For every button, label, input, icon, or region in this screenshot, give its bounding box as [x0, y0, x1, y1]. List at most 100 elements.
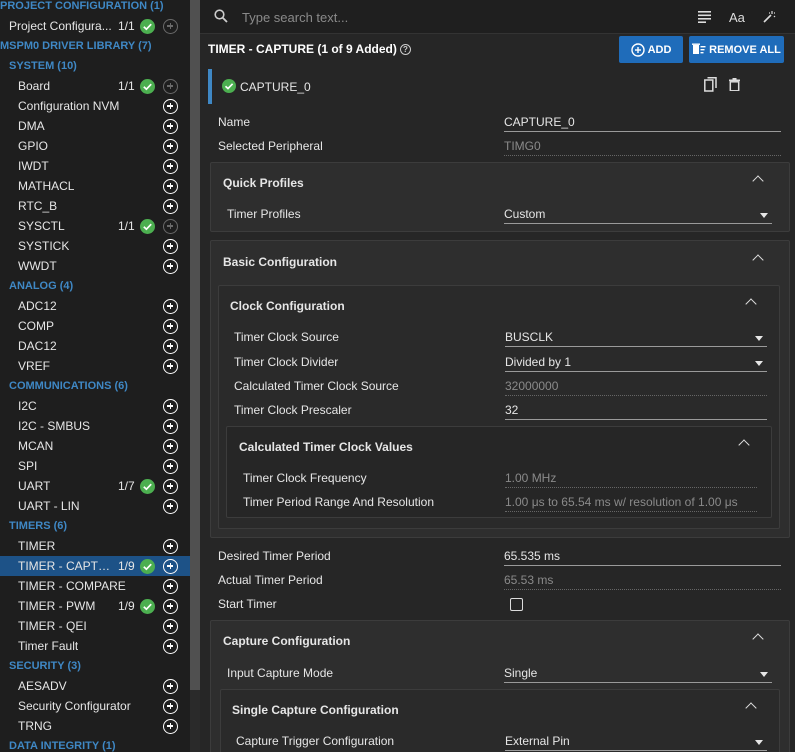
sidebar-item[interactable]: TRNG — [0, 716, 190, 736]
add-circle-icon[interactable] — [163, 118, 178, 134]
check-circle-icon — [140, 598, 155, 614]
sidebar-item[interactable]: MCAN — [0, 436, 190, 456]
clock-configuration-title[interactable]: Clock Configuration — [230, 299, 345, 313]
single-capture-configuration-title[interactable]: Single Capture Configuration — [232, 703, 399, 717]
add-circle-icon[interactable] — [163, 258, 178, 274]
name-input[interactable]: CAPTURE_0 — [504, 115, 781, 132]
remove-all-button[interactable]: REMOVE ALL — [689, 36, 784, 63]
add-circle-icon[interactable] — [163, 138, 178, 154]
timer-clock-prescaler-input[interactable]: 32 — [505, 403, 767, 420]
add-circle-icon[interactable] — [163, 538, 178, 554]
instance-name[interactable]: CAPTURE_0 — [240, 80, 311, 94]
add-circle-icon[interactable] — [163, 238, 178, 254]
add-circle-icon[interactable] — [163, 98, 178, 114]
add-circle-icon[interactable] — [163, 298, 178, 314]
help-icon[interactable]: ? — [399, 44, 411, 56]
add-circle-icon[interactable] — [163, 338, 178, 354]
timer-profiles-select[interactable]: Custom — [504, 207, 772, 224]
desired-timer-period-input[interactable]: 65.535 ms — [504, 549, 781, 566]
sidebar-category[interactable]: MSPM0 DRIVER LIBRARY (7) — [0, 36, 190, 56]
sidebar-category[interactable]: ANALOG (4) — [0, 276, 190, 296]
sidebar-category[interactable]: SECURITY (3) — [0, 656, 190, 676]
add-circle-icon[interactable] — [163, 578, 178, 594]
sidebar-item[interactable]: AESADV — [0, 676, 190, 696]
sidebar-item[interactable]: SYSTICK — [0, 236, 190, 256]
sidebar-category[interactable]: DATA INTEGRITY (1) — [0, 736, 190, 752]
capture-trigger-configuration-select[interactable]: External Pin — [505, 734, 767, 751]
sidebar-item[interactable]: Board 1/1 — [0, 76, 190, 96]
add-circle-icon[interactable] — [163, 478, 178, 494]
sidebar-item[interactable]: TIMER — [0, 536, 190, 556]
sidebar-item[interactable]: IWDT — [0, 156, 190, 176]
sidebar-item[interactable]: SPI — [0, 456, 190, 476]
start-timer-checkbox[interactable] — [510, 598, 523, 611]
add-circle-icon[interactable] — [163, 178, 178, 194]
sidebar-scrollbar-thumb[interactable] — [190, 0, 200, 690]
add-circle-icon[interactable] — [163, 458, 178, 474]
sidebar-item[interactable]: SYSCTL 1/1 — [0, 216, 190, 236]
timer-clock-source-select[interactable]: BUSCLK — [505, 330, 767, 347]
quick-profiles-title[interactable]: Quick Profiles — [223, 176, 304, 190]
sidebar-item[interactable]: TIMER - QEI — [0, 616, 190, 636]
sidebar-item[interactable]: DMA — [0, 116, 190, 136]
add-circle-icon[interactable] — [163, 558, 178, 574]
add-circle-icon[interactable] — [163, 398, 178, 414]
sidebar-item[interactable]: TIMER - PWM 1/9 — [0, 596, 190, 616]
add-circle-icon[interactable] — [163, 698, 178, 714]
sidebar-item[interactable]: Security Configurator — [0, 696, 190, 716]
magic-wand-icon[interactable] — [762, 10, 776, 24]
copy-icon[interactable] — [704, 77, 717, 92]
add-circle-icon[interactable] — [163, 438, 178, 454]
add-circle-icon[interactable] — [163, 718, 178, 734]
sidebar-item[interactable]: ADC12 — [0, 296, 190, 316]
add-circle-icon[interactable] — [163, 198, 178, 214]
sidebar-category-label: SYSTEM (10) — [9, 60, 77, 72]
check-circle-icon — [140, 218, 155, 234]
list-view-icon[interactable] — [698, 11, 711, 23]
capture-configuration-title[interactable]: Capture Configuration — [223, 634, 350, 648]
search-input[interactable] — [242, 8, 662, 26]
sidebar-item[interactable]: VREF — [0, 356, 190, 376]
sidebar-item[interactable]: WWDT — [0, 256, 190, 276]
add-circle-icon[interactable] — [163, 318, 178, 334]
timer-clock-divider-select[interactable]: Divided by 1 — [505, 355, 767, 372]
sidebar-category[interactable]: SYSTEM (10) — [0, 56, 190, 76]
sidebar-item[interactable]: RTC_B — [0, 196, 190, 216]
sidebar-item[interactable]: UART - LIN — [0, 496, 190, 516]
sidebar-item[interactable]: UART 1/7 — [0, 476, 190, 496]
add-circle-icon[interactable] — [163, 618, 178, 634]
sidebar-item[interactable]: TIMER - CAPTU... 1/9 — [0, 556, 190, 576]
add-circle-icon[interactable] — [163, 678, 178, 694]
trash-icon[interactable] — [729, 78, 740, 91]
basic-configuration-title[interactable]: Basic Configuration — [223, 255, 337, 269]
add-circle-icon[interactable] — [163, 358, 178, 374]
sidebar-item[interactable]: I2C - SMBUS — [0, 416, 190, 436]
sidebar-category[interactable]: PROJECT CONFIGURATION (1) — [0, 0, 190, 16]
sidebar-item[interactable]: TIMER - COMPARE — [0, 576, 190, 596]
sidebar-category-label: COMMUNICATIONS (6) — [9, 380, 128, 392]
sidebar-item[interactable]: Project Configura... 1/1 — [0, 16, 190, 36]
actual-timer-period-value: 65.53 ms — [504, 573, 781, 590]
sidebar-item-count: 1/1 — [118, 219, 135, 233]
sidebar-item[interactable]: DAC12 — [0, 336, 190, 356]
timer-period-range-value: 1.00 μs to 65.54 ms w/ resolution of 1.0… — [505, 495, 757, 512]
sidebar-item[interactable]: GPIO — [0, 136, 190, 156]
sidebar-item[interactable]: I2C — [0, 396, 190, 416]
sidebar-item[interactable]: MATHACL — [0, 176, 190, 196]
font-size-icon[interactable]: Aa — [729, 10, 745, 25]
add-button[interactable]: ADD — [619, 36, 683, 63]
input-capture-mode-select[interactable]: Single — [504, 666, 772, 683]
calculated-timer-clock-values-title[interactable]: Calculated Timer Clock Values — [239, 440, 413, 454]
sidebar-item[interactable]: COMP — [0, 316, 190, 336]
add-circle-icon[interactable] — [163, 418, 178, 434]
add-circle-icon[interactable] — [163, 158, 178, 174]
sidebar-item[interactable]: Timer Fault — [0, 636, 190, 656]
add-circle-icon[interactable] — [163, 638, 178, 654]
sidebar-category[interactable]: COMMUNICATIONS (6) — [0, 376, 190, 396]
add-circle-icon[interactable] — [163, 598, 178, 614]
add-circle-icon — [163, 18, 178, 34]
sidebar-item[interactable]: Configuration NVM — [0, 96, 190, 116]
add-circle-icon[interactable] — [163, 498, 178, 514]
remove-all-button-label: REMOVE ALL — [709, 43, 781, 56]
sidebar-category[interactable]: TIMERS (6) — [0, 516, 190, 536]
